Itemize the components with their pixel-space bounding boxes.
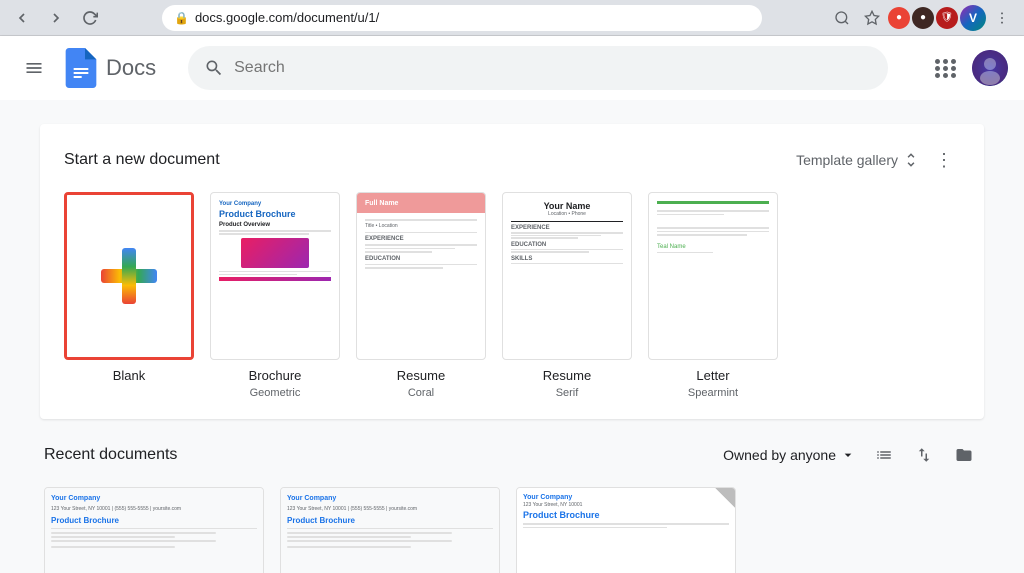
apps-button[interactable] (928, 50, 964, 86)
letter-sublabel: Spearmint (688, 387, 738, 399)
address-bar[interactable]: 🔒 docs.google.com/document/u/1/ (162, 5, 762, 31)
extension-icon-3: 🛡 (936, 7, 958, 29)
more-options-button[interactable] (988, 4, 1016, 32)
template-gallery-actions: Template gallery ⋮ (796, 144, 960, 176)
owned-by-label: Owned by anyone (723, 447, 836, 463)
list-view-button[interactable] (868, 439, 900, 471)
resume-serif-thumb-content: Your Name Location • Phone EXPERIENCE ED… (503, 193, 631, 359)
doc-card-2[interactable]: Your Company 123 Your Street, NY 10001 |… (280, 487, 500, 573)
doc-card-3-preview: Your Company 123 Your Street, NY 10001 P… (517, 488, 735, 573)
user-avatar[interactable] (972, 50, 1008, 86)
letter-thumb-content: Teal Name (649, 193, 777, 359)
brochure-template-thumb[interactable]: Your Company Product Brochure Product Ov… (210, 192, 340, 360)
doc-card-1[interactable]: Your Company 123 Your Street, NY 10001 |… (44, 487, 264, 573)
search-input[interactable] (234, 59, 872, 77)
url-text: docs.google.com/document/u/1/ (195, 10, 379, 25)
blank-template-thumb[interactable] (64, 192, 194, 360)
template-card-brochure[interactable]: Your Company Product Brochure Product Ov… (210, 192, 340, 399)
docs-logo-icon (64, 48, 98, 88)
plus-icon (101, 248, 157, 304)
list-icon (875, 446, 893, 464)
blank-thumb-content (67, 195, 191, 357)
sort-icon (915, 446, 933, 464)
forward-button[interactable] (42, 4, 70, 32)
doc-card-1-preview: Your Company 123 Your Street, NY 10001 |… (45, 488, 263, 573)
template-card-resume-coral[interactable]: Full Name Title • Location EXPERIENCE ED… (356, 192, 486, 399)
search-icon (204, 58, 224, 78)
lock-icon: 🔒 (174, 11, 189, 25)
folder-button[interactable] (948, 439, 980, 471)
brochure-thumb-content: Your Company Product Brochure Product Ov… (211, 193, 339, 359)
search-page-button[interactable] (828, 4, 856, 32)
main-content: Start a new document Template gallery ⋮ (0, 100, 1024, 573)
folder-icon (955, 446, 973, 464)
browser-actions: ● ● 🛡 V (828, 4, 1016, 32)
template-card-letter[interactable]: Teal Name Letter Spearmint (648, 192, 778, 399)
recent-title: Recent documents (44, 446, 177, 464)
doc-card-2-preview: Your Company 123 Your Street, NY 10001 |… (281, 488, 499, 573)
expand-icon (902, 151, 920, 169)
letter-green-bar (657, 201, 769, 204)
bookmark-button[interactable] (858, 4, 886, 32)
doc-cards: Your Company 123 Your Street, NY 10001 |… (44, 487, 980, 573)
resume-serif-template-thumb[interactable]: Your Name Location • Phone EXPERIENCE ED… (502, 192, 632, 360)
brochure-label: Brochure (249, 368, 302, 383)
template-card-resume-serif[interactable]: Your Name Location • Phone EXPERIENCE ED… (502, 192, 632, 399)
recent-header: Recent documents Owned by anyone (44, 439, 980, 471)
recent-section: Recent documents Owned by anyone (40, 439, 984, 573)
resume-serif-sublabel: Serif (556, 387, 579, 399)
app-name-text: Docs (106, 55, 156, 81)
more-options-btn[interactable]: ⋮ (928, 144, 960, 176)
dropdown-icon (840, 447, 856, 463)
blank-label: Blank (113, 368, 146, 383)
doc-card-3-content: Your Company 123 Your Street, NY 10001 P… (517, 488, 735, 573)
new-doc-section: Start a new document Template gallery ⋮ (40, 124, 984, 419)
template-cards: Blank Your Company Product Brochure Prod… (64, 192, 960, 399)
resume-coral-sublabel: Coral (408, 387, 434, 399)
grid-dots-icon (935, 59, 957, 78)
refresh-button[interactable] (76, 4, 104, 32)
doc-card-3[interactable]: Your Company 123 Your Street, NY 10001 P… (516, 487, 736, 573)
app-bar: Docs (0, 36, 1024, 100)
user-avatar-image (972, 50, 1008, 86)
template-gallery-label: Template gallery (796, 152, 898, 168)
resume-thumb-content: Full Name Title • Location EXPERIENCE ED… (357, 193, 485, 359)
browser-profile-avatar[interactable]: V (960, 5, 986, 31)
section-header: Start a new document Template gallery ⋮ (64, 144, 960, 176)
back-button[interactable] (8, 4, 36, 32)
template-card-blank[interactable]: Blank (64, 192, 194, 383)
resume-coral-label: Resume (397, 368, 445, 383)
doc-card-1-content: Your Company 123 Your Street, NY 10001 |… (45, 488, 263, 556)
template-gallery-button[interactable]: Template gallery (796, 151, 920, 169)
resume-serif-label: Resume (543, 368, 591, 383)
letter-template-thumb[interactable]: Teal Name (648, 192, 778, 360)
brochure-sublabel: Geometric (250, 387, 301, 399)
app-bar-actions (928, 50, 1008, 86)
recent-actions: Owned by anyone (723, 439, 980, 471)
doc-card-2-content: Your Company 123 Your Street, NY 10001 |… (281, 488, 499, 556)
sort-button[interactable] (908, 439, 940, 471)
resume-coral-template-thumb[interactable]: Full Name Title • Location EXPERIENCE ED… (356, 192, 486, 360)
view-buttons (868, 439, 980, 471)
menu-button[interactable] (16, 50, 52, 86)
extension-icon-1: ● (888, 7, 910, 29)
new-doc-title: Start a new document (64, 151, 220, 169)
docs-logo[interactable]: Docs (64, 48, 156, 88)
extension-icon-2: ● (912, 7, 934, 29)
letter-label: Letter (696, 368, 729, 383)
owned-by-button[interactable]: Owned by anyone (723, 447, 856, 463)
search-bar[interactable] (188, 46, 888, 90)
browser-chrome: 🔒 docs.google.com/document/u/1/ ● ● 🛡 V (0, 0, 1024, 36)
